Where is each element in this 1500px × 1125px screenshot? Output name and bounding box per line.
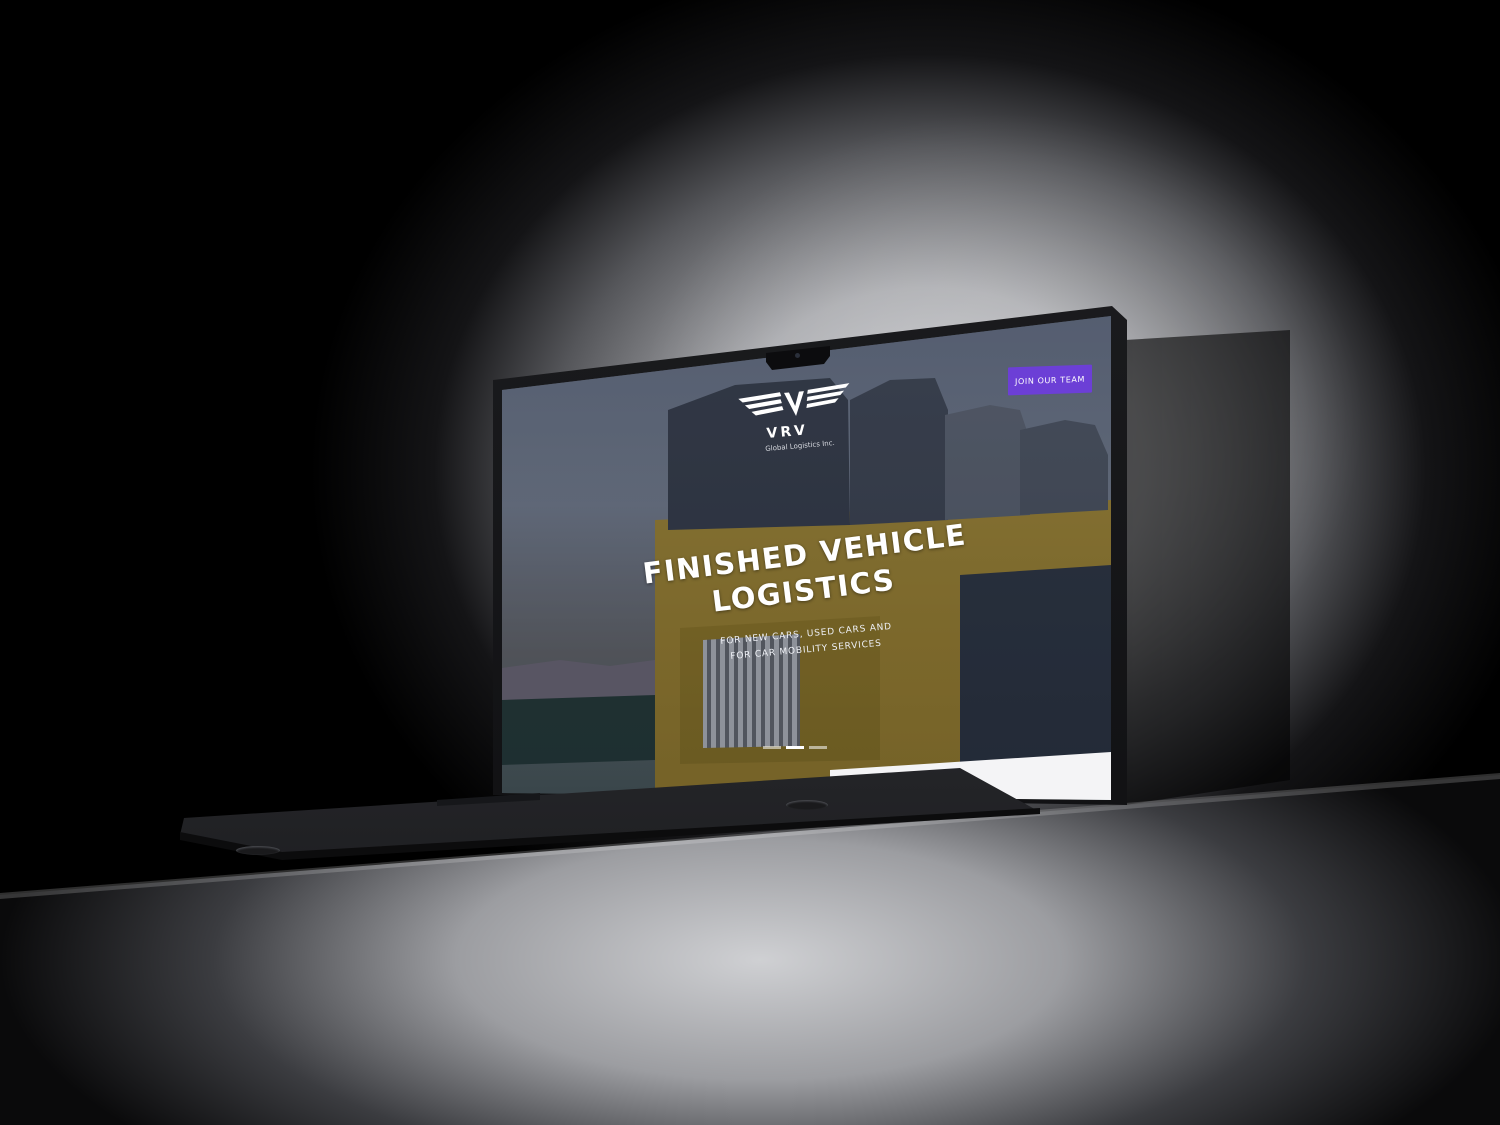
slider-dot[interactable] bbox=[809, 746, 827, 749]
join-our-team-button[interactable]: JOIN OUR TEAM bbox=[1008, 364, 1092, 396]
laptop-foot bbox=[786, 800, 828, 810]
winged-v-logo-icon[interactable] bbox=[735, 380, 855, 428]
slider-dots bbox=[763, 746, 827, 749]
slider-dot[interactable] bbox=[786, 746, 804, 749]
laptop-foot bbox=[236, 846, 280, 855]
camera-icon bbox=[795, 353, 800, 358]
slider-dot[interactable] bbox=[763, 746, 781, 749]
mockup-scene: VRV Global Logistics Inc. JOIN OUR TEAM … bbox=[0, 0, 1500, 1125]
